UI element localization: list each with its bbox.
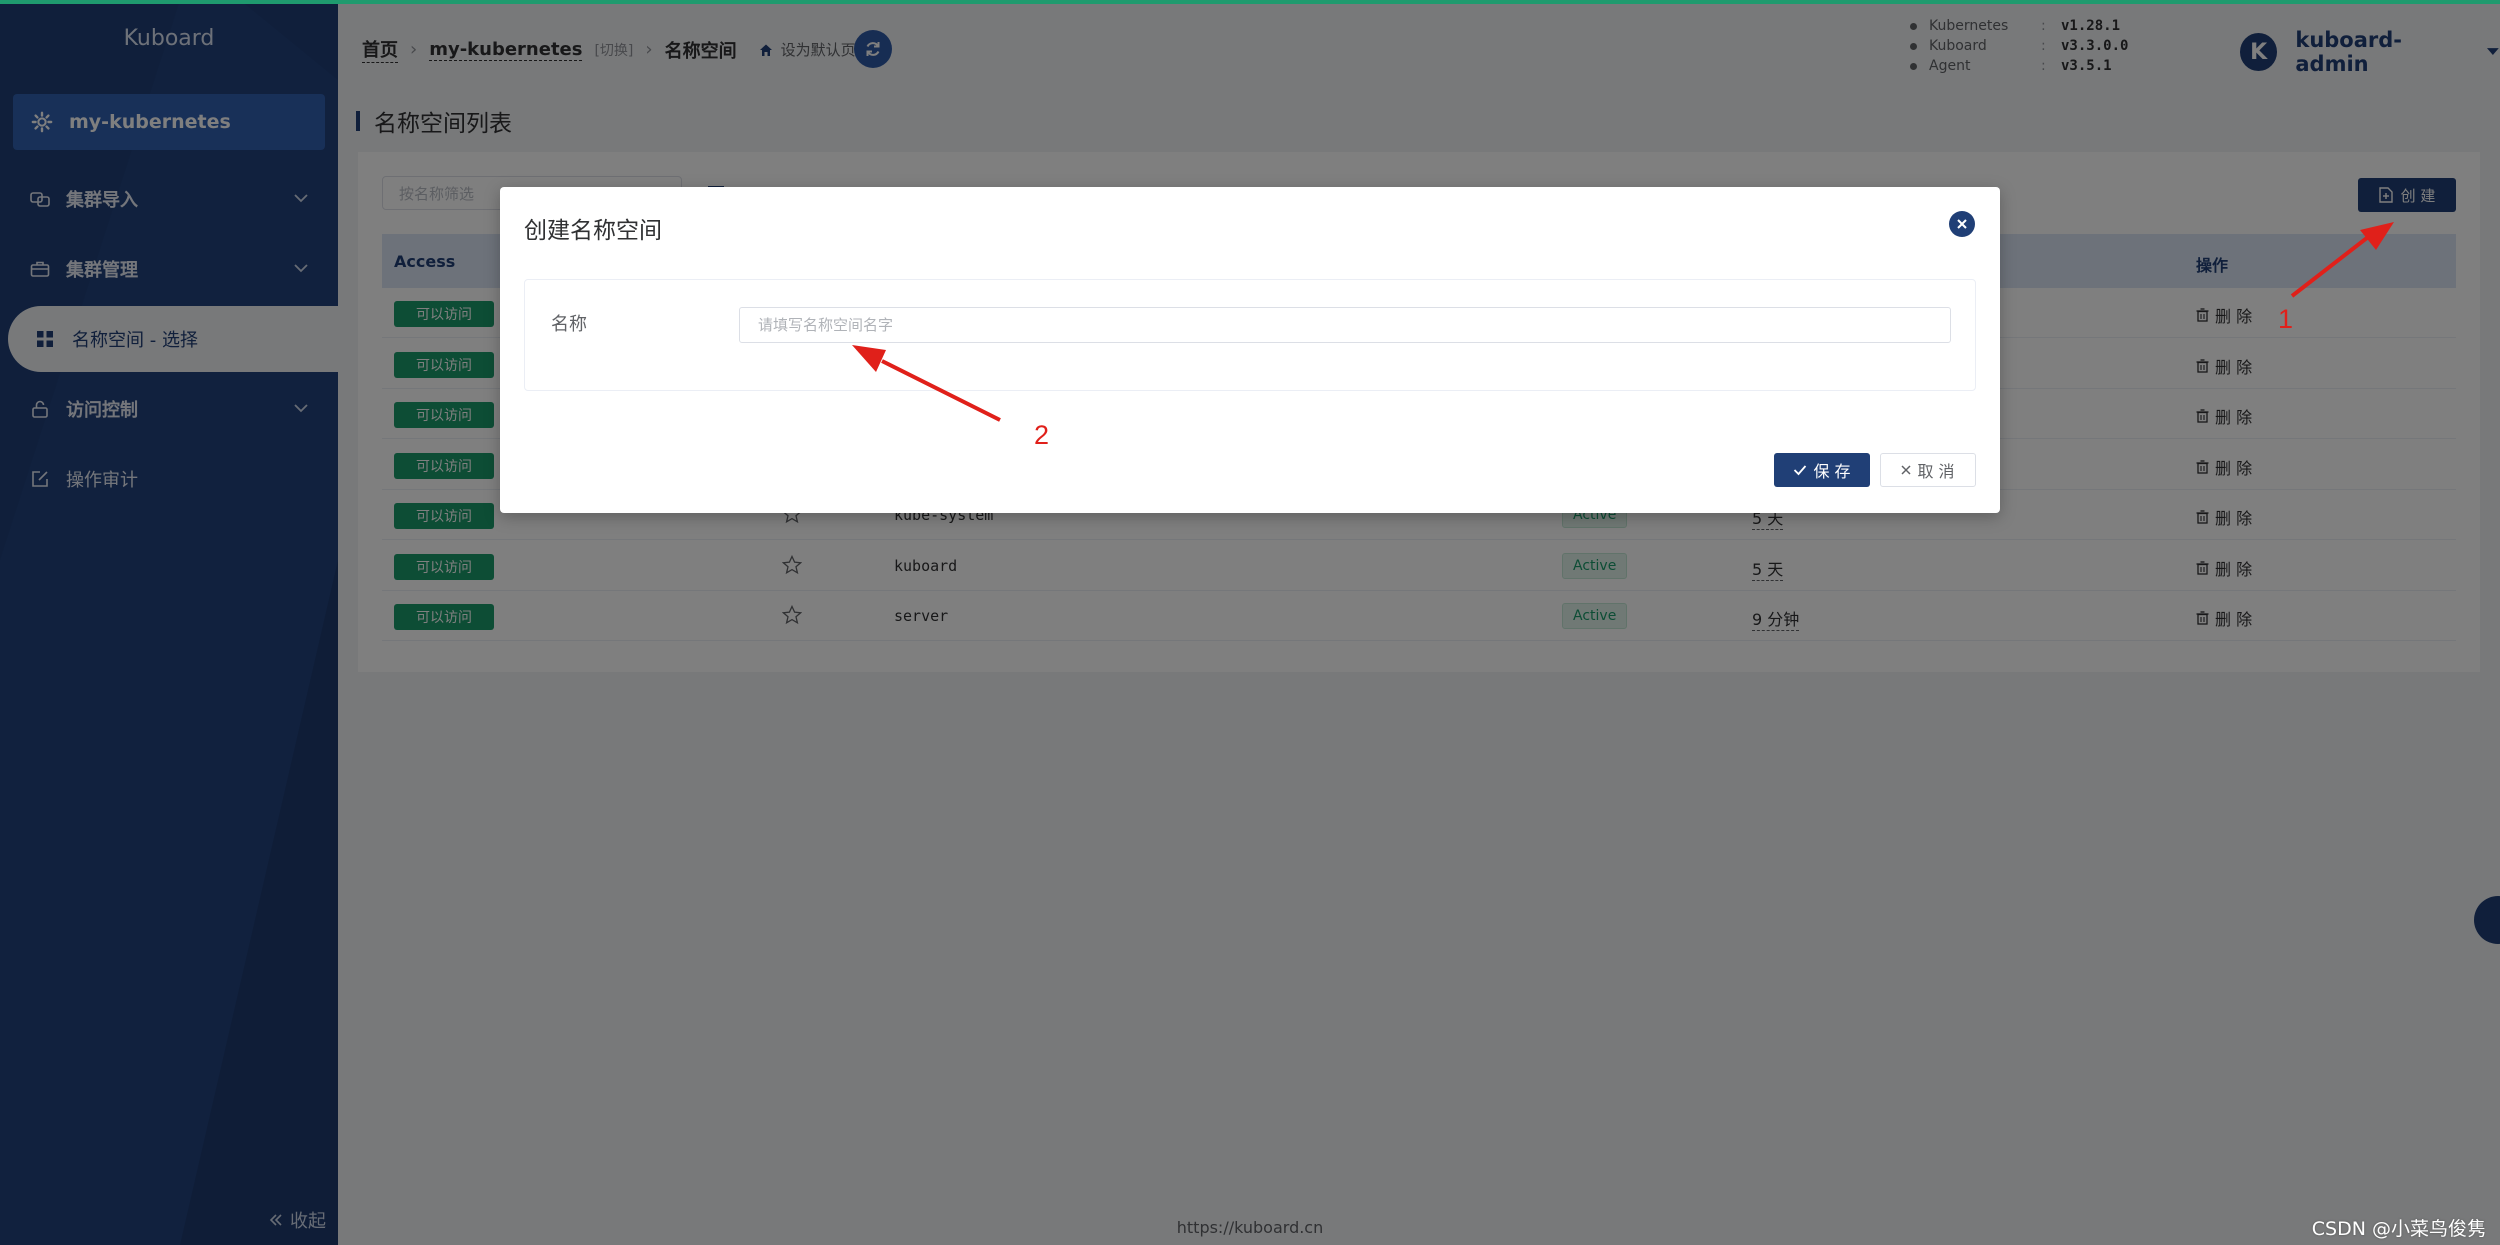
annotation-number-2: 2: [1034, 420, 1050, 450]
namespace-name-input[interactable]: [739, 307, 1951, 343]
dialog-title: 创建名称空间: [524, 218, 662, 244]
save-label: 保 存: [1813, 462, 1851, 481]
top-accent-line: [0, 0, 2500, 4]
create-namespace-dialog: 创建名称空间 名称 保 存 取 消: [500, 187, 2000, 513]
dialog-close-button[interactable]: [1949, 211, 1975, 237]
save-button[interactable]: 保 存: [1774, 453, 1870, 487]
cancel-label: 取 消: [1917, 462, 1955, 481]
check-icon: [1794, 465, 1807, 476]
close-icon: [1901, 465, 1911, 475]
namespace-form: 名称: [524, 279, 1976, 391]
watermark: CSDN @小菜鸟俊隽: [2311, 1218, 2486, 1240]
name-field-label: 名称: [551, 314, 587, 335]
annotation-number-1: 1: [2278, 304, 2294, 334]
close-icon: [1957, 219, 1967, 229]
cancel-button[interactable]: 取 消: [1880, 453, 1976, 487]
